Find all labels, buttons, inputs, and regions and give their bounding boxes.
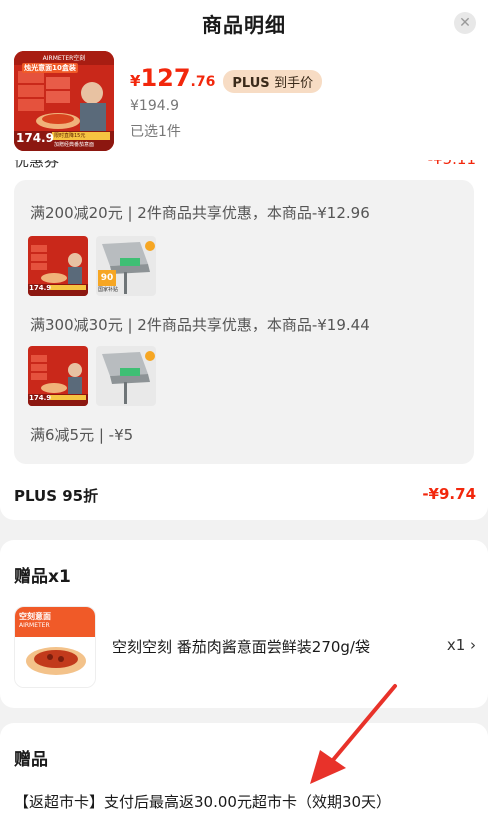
discount-line-1: 满200减20元 | 2件商品共享优惠，本商品-¥12.96 [30,204,370,222]
page-title: 商品明细 [202,13,286,37]
gift-section-title: 赠品x1 [14,567,71,587]
thumb-pack-label: 烛光意面10盒装 [22,63,78,73]
pasta-thumb[interactable]: 174.9 [28,236,88,296]
pasta-thumb-price: 174.9 [29,394,52,402]
selected-count: 已选1件 [130,124,181,140]
gift-item-qty[interactable]: x1 › [447,636,476,654]
gift-item-name[interactable]: 空刻空刻 番茄肉酱意面尝鲜装270g/袋 [112,636,370,657]
close-icon[interactable]: ✕ [454,12,476,34]
discount-thumbs-2: 174.9 [28,346,156,406]
coupon-value: -¥5.11 [428,160,476,168]
mop-image [96,346,156,406]
gift-card-2: 赠品 【返超市卡】支付后最高返30.00元超市卡（效期30天） [0,723,488,834]
price-integer: 127 [140,64,191,92]
discount-detail-box: 满200减20元 | 2件商品共享优惠，本商品-¥12.96 174.9 90 … [14,180,474,464]
plus-price-badge: PLUS 到手价 [223,69,323,93]
detail-scroll-area[interactable]: 优惠券 -¥5.11 满200减20元 | 2件商品共享优惠，本商品-¥12.9… [0,160,488,834]
mop-thumb[interactable] [96,346,156,406]
mop-badge-sub: 国家补贴 [98,287,119,293]
gift-item-image[interactable]: 空刻意面 AIRMETER [14,606,96,688]
discount-card: 优惠券 -¥5.11 满200减20元 | 2件商品共享优惠，本商品-¥12.9… [0,160,488,520]
gift2-section-title: 赠品 [14,750,48,770]
product-thumbnail[interactable]: AIRMETER空刻 烛光意面10盒装 174.9 限时直降15元 加赠经典番茄… [14,51,114,151]
thumb-promo-1: 限时直降15元 [54,133,86,139]
discount-line-3: 满6减5元 | -¥5 [30,426,134,444]
price-decimal: .76 [190,74,216,90]
original-price: ¥194.9 [130,98,179,114]
mop-badge: 90 [98,270,116,286]
plus-discount-value: -¥9.74 [422,485,476,503]
thumb-brand-text: AIRMETER空刻 [42,55,86,62]
gift-brand-en: AIRMETER [19,622,50,629]
detail-header: 商品明细 ✕ AIRMETER空刻 烛光意面10盒装 174.9 限时直降15元… [0,0,488,160]
price-symbol: ¥ [130,72,141,90]
plus-badge-text: 到手价 [274,75,314,91]
plus-discount-label: PLUS 95折 [14,487,99,505]
thumb-promo-2: 加赠经典番茄意面 [54,142,95,148]
gift2-description: 【返超市卡】支付后最高返30.00元超市卡（效期30天） [14,793,392,811]
pasta-thumb-price: 174.9 [29,284,52,292]
thumb-price: 174.9 [16,131,54,145]
gift-card: 赠品x1 空刻意面 AIRMETER 空刻空刻 番茄肉酱意面尝鲜装270g/袋 … [0,540,488,708]
discount-line-2: 满300减30元 | 2件商品共享优惠，本商品-¥19.44 [30,316,370,334]
gift-brand: 空刻意面 [19,612,51,621]
coupon-label: 优惠券 [14,160,60,170]
price-row: ¥ 127 .76 PLUS 到手价 [130,64,323,98]
plus-badge-brand: PLUS [232,75,270,91]
pasta-thumb[interactable]: 174.9 [28,346,88,406]
discount-thumbs-1: 174.9 90 国家补贴 [28,236,156,296]
mop-thumb[interactable]: 90 国家补贴 [96,236,156,296]
